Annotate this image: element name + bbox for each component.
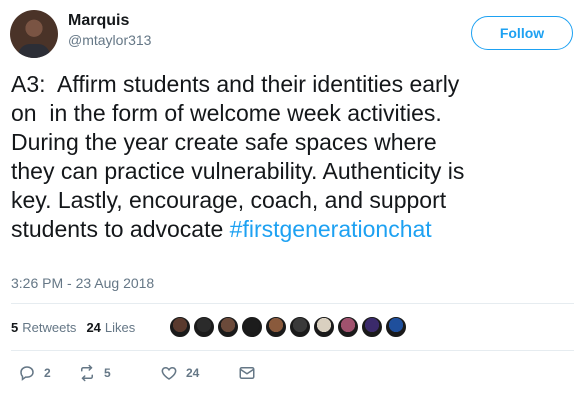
- retweets-stat[interactable]: 5 Retweets: [11, 320, 76, 335]
- liker-avatar[interactable]: [193, 316, 215, 338]
- author-handle[interactable]: @mtaylor313: [68, 32, 151, 48]
- retweets-count: 5: [11, 319, 19, 335]
- logo-avatar[interactable]: [313, 316, 335, 338]
- likes-label: Likes: [104, 319, 136, 335]
- like-count: 24: [186, 366, 200, 380]
- engagement-stats: 5 Retweets 24 Likes: [11, 304, 145, 350]
- retweet-count: 5: [104, 366, 111, 380]
- liker-avatar[interactable]: [265, 316, 287, 338]
- retweets-label: Retweets: [22, 319, 77, 335]
- liker-avatar[interactable]: [241, 316, 263, 338]
- liker-avatar[interactable]: [169, 316, 191, 338]
- likes-count: 24: [86, 319, 101, 335]
- liked-by-avatars: [169, 316, 409, 338]
- like-button[interactable]: 24: [160, 364, 238, 382]
- liker-avatar[interactable]: [217, 316, 239, 338]
- likes-stat[interactable]: 24 Likes: [86, 320, 135, 335]
- hashtag-link[interactable]: #firstgenerationchat: [230, 216, 432, 242]
- direct-message-button[interactable]: [238, 364, 256, 382]
- author-name[interactable]: Marquis: [68, 12, 129, 30]
- tweet-actions: 2 5 24: [18, 362, 256, 384]
- divider: [11, 350, 574, 351]
- logo-avatar[interactable]: [361, 316, 383, 338]
- reply-count: 2: [44, 366, 51, 380]
- follow-button[interactable]: Follow: [471, 16, 573, 50]
- liker-avatar[interactable]: [289, 316, 311, 338]
- envelope-icon: [239, 367, 255, 379]
- reply-icon: [20, 366, 34, 381]
- liker-avatar[interactable]: [385, 316, 407, 338]
- tweet-header: Marquis @mtaylor313 Follow: [10, 10, 575, 58]
- tweet-timestamp[interactable]: 3:26 PM - 23 Aug 2018: [11, 275, 154, 291]
- retweet-button[interactable]: 5: [78, 364, 160, 382]
- avatar-shirt: [18, 44, 50, 58]
- liker-avatar[interactable]: [337, 316, 359, 338]
- tweet-body: A3: Affirm students and their identities…: [11, 70, 576, 244]
- retweet-icon: [81, 364, 93, 382]
- author-avatar[interactable]: [10, 10, 58, 58]
- heart-icon: [161, 366, 177, 380]
- reply-button[interactable]: 2: [18, 364, 78, 382]
